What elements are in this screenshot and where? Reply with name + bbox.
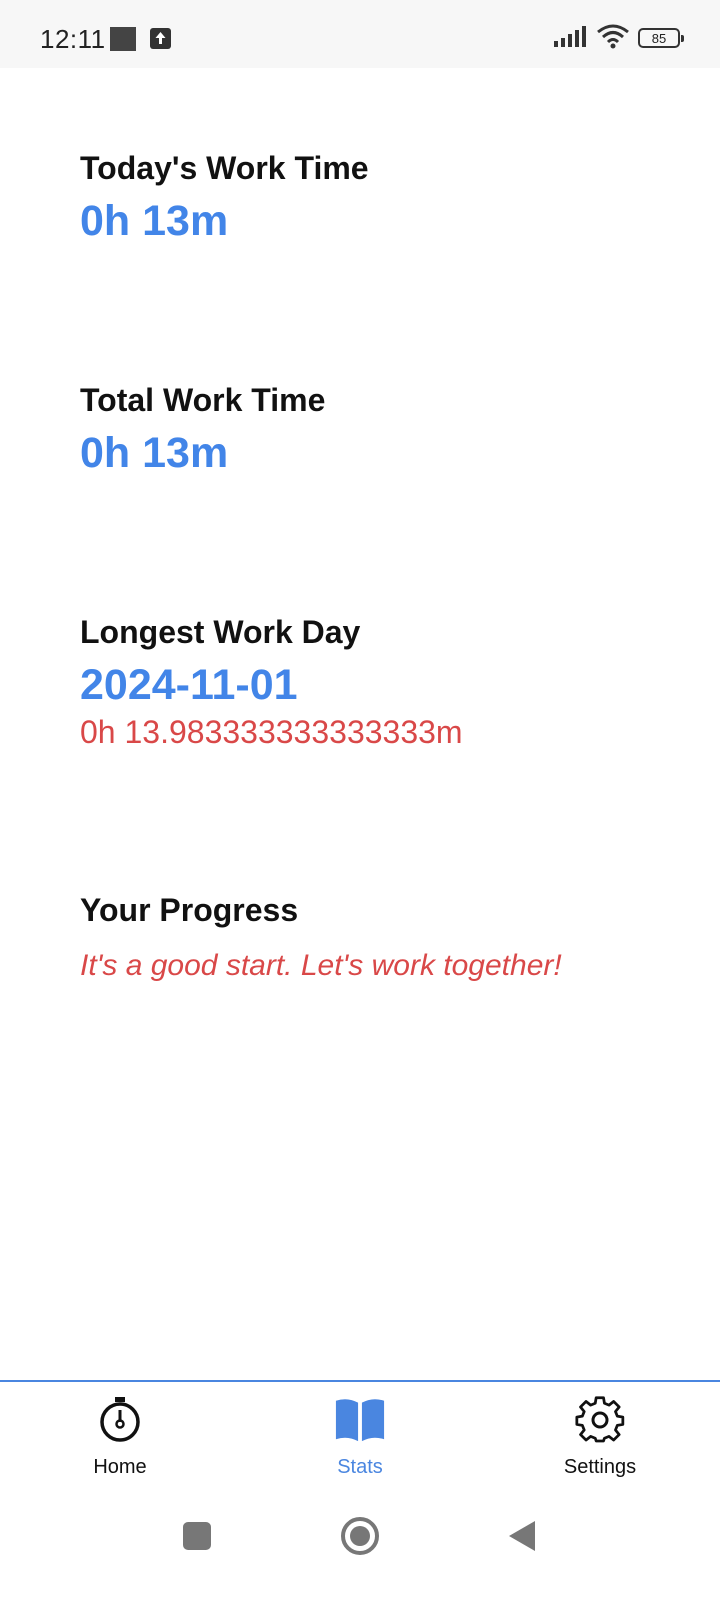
stopwatch-icon [94,1394,146,1446]
book-icon [334,1394,386,1446]
today-work-time-value: 0h 13m [80,197,229,245]
nav-item-stats[interactable]: Stats [290,1394,430,1479]
total-work-time-value: 0h 13m [80,429,229,477]
status-icons: 85 [554,23,684,54]
longest-work-day-duration: 0h 13.983333333333333m [80,714,463,750]
total-work-time-section: Total Work Time 0h 13m [80,382,325,478]
today-work-time-section: Today's Work Time 0h 13m [80,150,369,246]
nav-label-home: Home [93,1456,147,1478]
today-work-time-title: Today's Work Time [80,150,369,186]
status-time: 12:11 [40,24,106,54]
nav-item-home[interactable]: Home [50,1394,190,1479]
bottom-navigation: Home Stats Settings [0,1380,720,1490]
nav-label-stats: Stats [337,1456,383,1478]
nav-item-settings[interactable]: Settings [530,1394,670,1479]
upload-icon [150,28,171,49]
notification-square-icon [110,27,136,51]
longest-work-day-date: 2024-11-01 [80,661,298,709]
gear-icon [574,1394,626,1446]
progress-title: Your Progress [80,892,299,928]
total-work-time-title: Total Work Time [80,382,326,418]
progress-message: It's a good start. Let's work together! [80,949,562,982]
recents-square-icon[interactable] [173,1512,221,1560]
battery-level: 85 [651,30,667,46]
nav-label-settings: Settings [563,1456,637,1478]
home-circle-icon[interactable] [336,1512,384,1560]
longest-work-day-section: Longest Work Day 2024-11-01 0h 13.983333… [80,614,463,751]
system-navigation-bar [0,1490,720,1600]
battery-icon: 85 [638,28,684,48]
wifi-icon [596,23,630,54]
signal-icon [554,25,588,52]
back-triangle-icon[interactable] [498,1512,546,1560]
status-bar: 12:11 85 [0,0,720,68]
longest-work-day-title: Longest Work Day [80,614,361,650]
progress-section: Your Progress It's a good start. Let's w… [80,892,562,983]
